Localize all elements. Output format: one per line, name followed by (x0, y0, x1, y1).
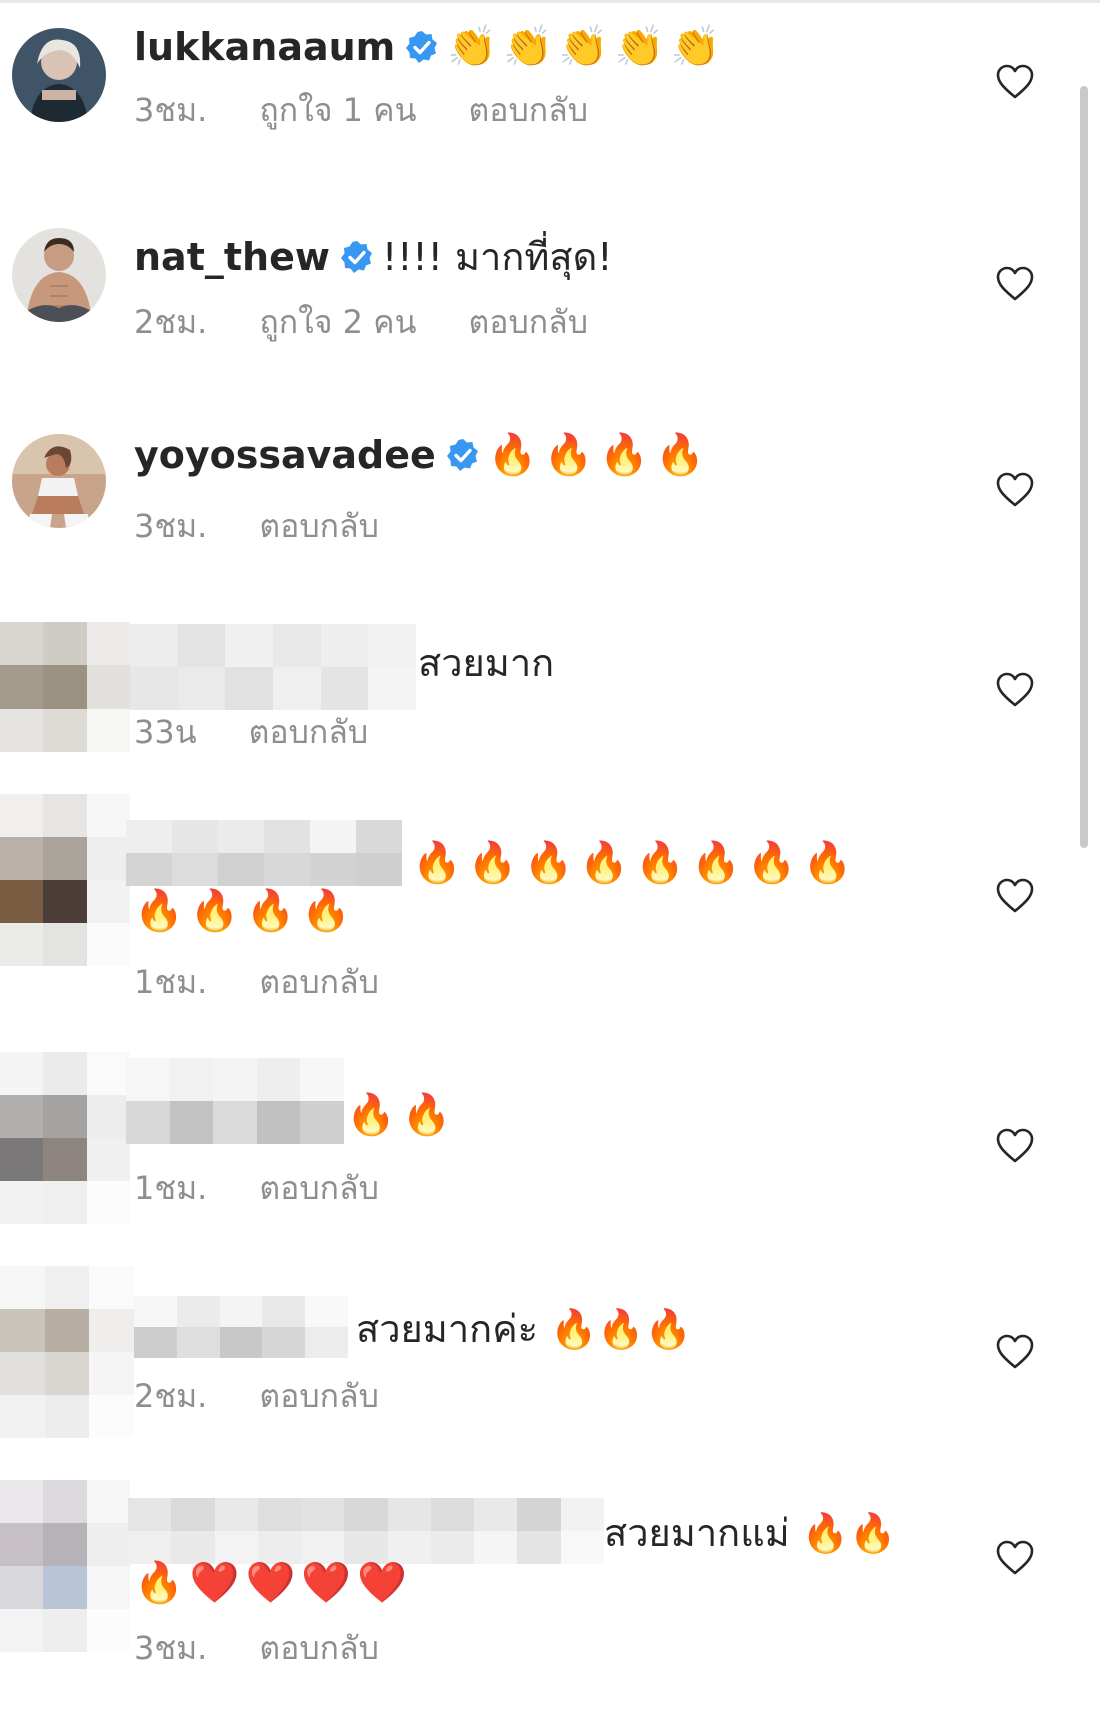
avatar[interactable] (12, 28, 106, 122)
comment-text-line: สวยมากค่ะ 🔥🔥🔥 (356, 1304, 692, 1354)
blurred-username (126, 1058, 344, 1144)
comment-text-line: lukkanaaum 👏👏👏👏👏 (134, 22, 726, 72)
like-heart-icon[interactable] (996, 1128, 1034, 1164)
scrollbar[interactable] (1080, 86, 1088, 848)
blurred-avatar[interactable] (0, 1052, 130, 1224)
blurred-avatar[interactable] (0, 1266, 134, 1438)
comment-time: 1ชม. (134, 1169, 208, 1207)
comment-meta: 2ชม. ถูกใจ 2 คน ตอบกลับ (134, 302, 640, 342)
reply-button[interactable]: ตอบกลับ (259, 507, 379, 545)
avatar[interactable] (12, 228, 106, 322)
blurred-username (126, 820, 402, 886)
avatar[interactable] (12, 434, 106, 528)
like-heart-icon[interactable] (996, 472, 1034, 508)
like-heart-icon[interactable] (996, 672, 1034, 708)
reply-button[interactable]: ตอบกลับ (259, 1629, 379, 1667)
likes-count[interactable]: ถูกใจ 1 คน (259, 91, 416, 129)
comment-text-line: yoyossavadee 🔥🔥🔥🔥 (134, 430, 711, 480)
reply-button[interactable]: ตอบกลับ (259, 1169, 379, 1207)
comment-text: 👏👏👏👏👏 (447, 24, 727, 70)
comment-text: สวยมากค่ะ 🔥🔥🔥 (356, 1307, 693, 1351)
comment-time: 1ชม. (134, 963, 208, 1001)
like-heart-icon[interactable] (996, 64, 1034, 100)
verified-badge-icon (406, 31, 438, 63)
comment-meta: 1ชม. ตอบกลับ (134, 1168, 431, 1208)
reply-button[interactable]: ตอบกลับ (468, 303, 588, 341)
comment-text: 🔥🔥 (346, 1092, 458, 1138)
blurred-avatar[interactable] (0, 1480, 130, 1652)
blurred-username (130, 624, 416, 710)
blurred-avatar[interactable] (0, 794, 130, 966)
comment-text-line: nat_thew !!!! มากที่สุด! (134, 232, 613, 282)
blurred-username (134, 1296, 348, 1358)
username[interactable]: lukkanaaum (134, 25, 395, 69)
like-heart-icon[interactable] (996, 1540, 1034, 1576)
comment-time: 2ชม. (134, 303, 208, 341)
blurred-avatar[interactable] (0, 622, 130, 752)
comment-text-continued: 🔥❤️❤️❤️❤️ (134, 1560, 414, 1606)
comment-text: สวยมาก (418, 641, 555, 685)
comment-text: 🔥🔥🔥🔥 (487, 432, 712, 478)
verified-badge-icon (446, 439, 478, 471)
comment-text-line: สวยมาก (418, 638, 554, 688)
comment-time: 3ชม. (134, 1629, 208, 1667)
comment-meta: 3ชม. ตอบกลับ (134, 1628, 431, 1668)
comment-time: 33น (134, 713, 197, 751)
reply-button[interactable]: ตอบกลับ (249, 713, 369, 751)
like-heart-icon[interactable] (996, 266, 1034, 302)
comment-text: สวยมากแม่ 🔥🔥 (604, 1511, 897, 1555)
comment-text-line-2: 🔥🔥🔥🔥 (134, 886, 357, 936)
comment-meta: 3ชม. ตอบกลับ (134, 506, 431, 546)
comment-meta: 1ชม. ตอบกลับ (134, 962, 431, 1002)
reply-button[interactable]: ตอบกลับ (259, 963, 379, 1001)
comment-text-line: 🔥🔥🔥🔥🔥🔥🔥🔥 (412, 838, 858, 888)
verified-badge-icon (340, 241, 372, 273)
like-heart-icon[interactable] (996, 878, 1034, 914)
comment-text: !!!! มากที่สุด! (381, 235, 613, 279)
comment-text-line-2: 🔥❤️❤️❤️❤️ (134, 1558, 413, 1608)
like-heart-icon[interactable] (996, 1334, 1034, 1370)
blurred-username (128, 1498, 604, 1564)
comment-time: 3ชม. (134, 507, 208, 545)
comment-time: 2ชม. (134, 1377, 208, 1415)
likes-count[interactable]: ถูกใจ 2 คน (259, 303, 416, 341)
comment-meta: 2ชม. ตอบกลับ (134, 1376, 431, 1416)
comment-text-line: สวยมากแม่ 🔥🔥 (604, 1508, 896, 1558)
comment-meta: 3ชม. ถูกใจ 1 คน ตอบกลับ (134, 90, 640, 130)
username[interactable]: nat_thew (134, 235, 330, 279)
reply-button[interactable]: ตอบกลับ (468, 91, 588, 129)
comment-text-continued: 🔥🔥🔥🔥 (134, 888, 358, 934)
username[interactable]: yoyossavadee (134, 433, 436, 477)
reply-button[interactable]: ตอบกลับ (259, 1377, 379, 1415)
comment-time: 3ชม. (134, 91, 208, 129)
top-divider (0, 0, 1100, 3)
comment-text: 🔥🔥🔥🔥🔥🔥🔥🔥 (412, 840, 859, 886)
comment-text-line: 🔥🔥 (346, 1090, 458, 1140)
comment-meta: 33น ตอบกลับ (134, 712, 420, 752)
